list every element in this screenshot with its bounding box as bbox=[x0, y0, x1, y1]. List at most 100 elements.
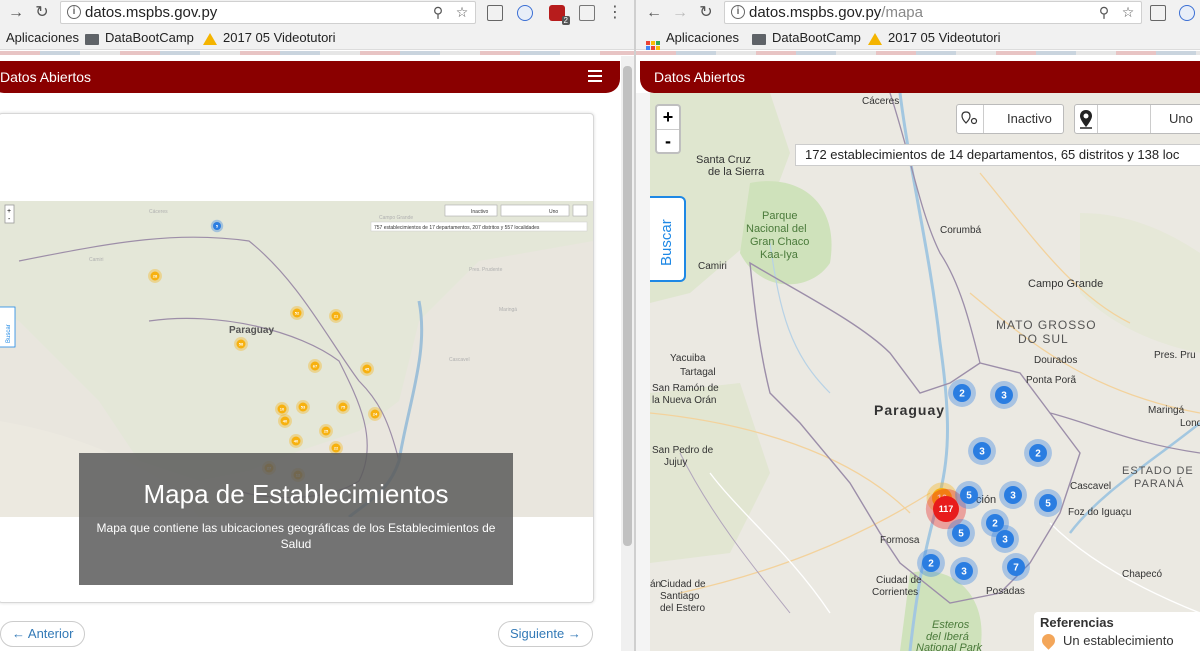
thumb-cluster-5[interactable]: 67 bbox=[308, 359, 322, 373]
bookmark-label: DataBootCamp bbox=[105, 30, 194, 45]
thumb-cluster-6[interactable]: 45 bbox=[360, 362, 374, 376]
cluster-marker-c2[interactable]: 3 bbox=[990, 381, 1018, 409]
uno-selector[interactable]: Uno bbox=[1074, 104, 1200, 134]
thumb-inactive-label: Inactivo bbox=[471, 209, 488, 215]
zoom-in-button[interactable]: + bbox=[657, 106, 679, 129]
forward-icon[interactable]: → bbox=[670, 3, 690, 23]
app-header: Datos Abiertos bbox=[640, 61, 1200, 93]
thumb-cluster-11[interactable]: 40 bbox=[278, 414, 292, 428]
address-bar[interactable]: i datos.mspbs.gov.py ⚲ ☆ bbox=[60, 1, 476, 24]
uno-label: Uno bbox=[1169, 111, 1193, 126]
bookmarks-bar: Aplicaciones DataBootCamp 2017 05 Videot… bbox=[636, 26, 1200, 55]
inactive-toggle[interactable]: Inactivo bbox=[956, 104, 1064, 134]
svg-text:Corrientes: Corrientes bbox=[872, 587, 918, 598]
map-pin-icon bbox=[1078, 109, 1094, 129]
cluster-marker-c13[interactable]: 2 bbox=[917, 549, 945, 577]
thumb-cluster-3[interactable]: 21 bbox=[329, 309, 343, 323]
establishment-pin-icon bbox=[1039, 631, 1058, 650]
bookmark-videotutorial[interactable]: 2017 05 Videotutori bbox=[203, 30, 336, 46]
svg-text:de la Sierra: de la Sierra bbox=[708, 166, 765, 178]
thumb-cluster-13[interactable]: 40 bbox=[289, 434, 303, 448]
svg-text:Maringá: Maringá bbox=[499, 307, 517, 313]
cluster-count: 75 bbox=[341, 404, 346, 409]
cluster-marker-c3[interactable]: 3 bbox=[968, 437, 996, 465]
thumb-zoom-control[interactable]: +- bbox=[4, 204, 15, 224]
cluster-marker-c9[interactable]: 5 bbox=[1034, 489, 1062, 517]
thumb-inactive-control[interactable]: Inactivo bbox=[444, 204, 498, 217]
cluster-count: 45 bbox=[365, 366, 370, 371]
info-icon[interactable]: i bbox=[731, 5, 745, 19]
thumb-cluster-7[interactable]: 75 bbox=[336, 400, 350, 414]
svg-text:la Nueva Orán: la Nueva Orán bbox=[652, 395, 716, 406]
cast-icon[interactable] bbox=[487, 5, 503, 21]
info-icon[interactable]: i bbox=[67, 5, 81, 19]
thumb-cluster-1[interactable]: 28 bbox=[148, 269, 162, 283]
hamburger-menu-icon[interactable] bbox=[588, 70, 602, 82]
cluster-marker-c12[interactable]: 3 bbox=[991, 525, 1019, 553]
cluster-count: 28 bbox=[153, 273, 158, 278]
svg-text:Santiago: Santiago bbox=[660, 591, 700, 602]
cluster-marker-c1[interactable]: 2 bbox=[948, 379, 976, 407]
caption-title: Mapa de Establecimientos bbox=[143, 479, 449, 509]
app-title[interactable]: Datos Abiertos bbox=[0, 69, 91, 85]
cast-icon[interactable] bbox=[1150, 5, 1166, 21]
thumb-cluster-2[interactable]: 52 bbox=[290, 306, 304, 320]
back-icon[interactable]: ← bbox=[644, 3, 664, 23]
next-button[interactable]: Siguiente → bbox=[498, 621, 593, 647]
cluster-marker-c14[interactable]: 3 bbox=[950, 557, 978, 585]
thumb-cluster-10[interactable]: 53 bbox=[296, 400, 310, 414]
svg-text:Corumbá: Corumbá bbox=[940, 225, 982, 236]
menu-dots-icon[interactable]: ⋮ bbox=[605, 3, 625, 23]
extension-icon[interactable] bbox=[1179, 5, 1195, 21]
thumb-layers-icon[interactable] bbox=[572, 204, 588, 217]
bookmark-videotutorial[interactable]: 2017 05 Videotutori bbox=[868, 30, 1001, 46]
reload-icon[interactable]: ↻ bbox=[32, 3, 52, 23]
cluster-marker-c4[interactable]: 2 bbox=[1024, 439, 1052, 467]
svg-text:del Estero: del Estero bbox=[660, 603, 705, 614]
thumb-cluster-9[interactable]: 10 bbox=[275, 402, 289, 416]
thumb-cluster-4[interactable]: 58 bbox=[234, 337, 248, 351]
thumb-uno-control[interactable]: Uno bbox=[500, 204, 570, 217]
page-scrollbar[interactable] bbox=[621, 56, 634, 651]
cluster-marker-c7[interactable]: 5 bbox=[955, 481, 983, 509]
thumb-cluster-0[interactable]: 5 bbox=[210, 219, 224, 233]
bookmark-databootcamp[interactable]: DataBootCamp bbox=[85, 30, 194, 46]
bookmark-star-icon[interactable]: ☆ bbox=[1119, 2, 1137, 23]
extension-icon[interactable] bbox=[517, 5, 533, 21]
ublock-icon[interactable]: 2 bbox=[549, 5, 570, 25]
cluster-count: 21 bbox=[334, 313, 339, 318]
cluster-marker-c15[interactable]: 7 bbox=[1002, 553, 1030, 581]
map-side-strip bbox=[636, 93, 650, 651]
buscar-tab[interactable]: Buscar bbox=[650, 196, 686, 282]
uno-input[interactable] bbox=[1097, 105, 1151, 133]
thumb-cluster-12[interactable]: 25 bbox=[319, 424, 333, 438]
forward-icon[interactable]: → bbox=[6, 3, 26, 23]
cluster-count: 3 bbox=[961, 567, 967, 578]
address-bar[interactable]: i datos.mspbs.gov.py/mapa ⚲ ☆ bbox=[724, 1, 1142, 24]
zoom-icon[interactable]: ⚲ bbox=[429, 2, 447, 23]
legend-row: Un establecimiento bbox=[1039, 631, 1194, 650]
cluster-count: 5 bbox=[966, 491, 972, 502]
app-title[interactable]: Datos Abiertos bbox=[654, 69, 745, 85]
previous-button[interactable]: ← Anterior bbox=[0, 621, 86, 647]
svg-text:Cascavel: Cascavel bbox=[1070, 481, 1111, 492]
decorative-stripe bbox=[0, 51, 634, 55]
cluster-marker-c8[interactable]: 3 bbox=[999, 481, 1027, 509]
bookmark-databootcamp[interactable]: DataBootCamp bbox=[752, 30, 861, 46]
svg-text:Cáceres: Cáceres bbox=[862, 96, 899, 107]
reload-icon[interactable]: ↻ bbox=[696, 3, 716, 23]
bookmark-star-icon[interactable]: ☆ bbox=[453, 2, 471, 23]
buscar-label: Buscar bbox=[658, 219, 675, 266]
svg-text:Tartagal: Tartagal bbox=[680, 367, 716, 378]
chat-icon[interactable] bbox=[579, 5, 595, 21]
thumb-cluster-8[interactable]: 24 bbox=[368, 407, 382, 421]
map-canvas[interactable]: Cáceres ia Santa Cruz de la Sierra Corum… bbox=[650, 93, 1200, 651]
zoom-icon[interactable]: ⚲ bbox=[1095, 2, 1113, 23]
bookmark-apps[interactable]: Aplicaciones bbox=[6, 30, 79, 46]
svg-text:Pres. Prudente: Pres. Prudente bbox=[469, 267, 503, 273]
url-host: datos.mspbs.gov.py bbox=[749, 4, 882, 21]
zoom-out-button[interactable]: - bbox=[657, 129, 679, 152]
svg-text:Ponta Porã: Ponta Porã bbox=[1026, 375, 1076, 386]
scrollbar-thumb[interactable] bbox=[623, 66, 632, 546]
cluster-marker-c11[interactable]: 5 bbox=[947, 519, 975, 547]
